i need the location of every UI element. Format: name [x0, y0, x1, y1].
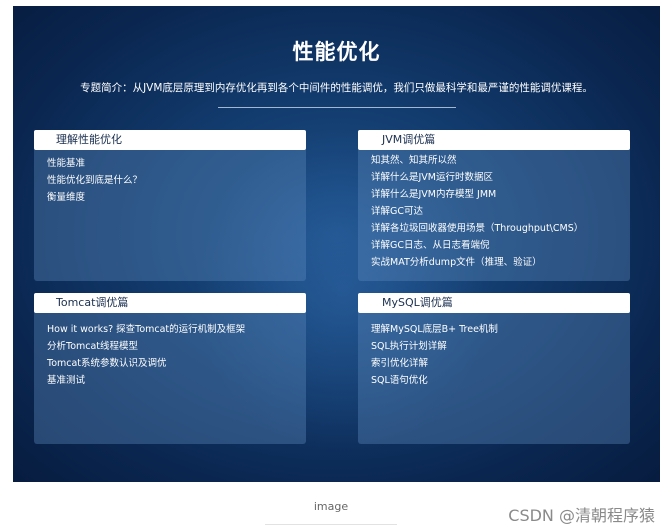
list-item: SQL语句优化 — [371, 375, 428, 386]
card-title: MySQL调优篇 — [382, 296, 453, 309]
list-item: 详解各垃圾回收器使用场景（Throughput\CMS） — [371, 223, 584, 234]
card-item-list: 理解MySQL底层B+ Tree机制 SQL执行计划详解 索引优化详解 SQL语… — [371, 321, 498, 389]
course-banner-image: 性能优化 专题简介：从JVM底层原理到内存优化再到各个中间件的性能调优，我们只做… — [13, 6, 660, 482]
list-item: 索引优化详解 — [371, 358, 429, 369]
card-jvm-tuning: JVM调优篇 知其然、知其所以然 详解什么是JVM运行时数据区 详解什么是JVM… — [358, 130, 630, 281]
list-item: 性能优化到底是什么？ — [47, 175, 143, 186]
card-tomcat-tuning: Tomcat调优篇 How it works? 探查Tomcat的运行机制及框架… — [34, 293, 306, 444]
card-title: JVM调优篇 — [382, 133, 436, 146]
title-divider — [218, 107, 456, 108]
list-item: 分析Tomcat线程模型 — [47, 341, 139, 352]
list-item: 知其然、知其所以然 — [371, 155, 457, 166]
csdn-watermark: CSDN @清朝程序猿 — [508, 506, 655, 525]
card-header: MySQL调优篇 — [358, 293, 630, 313]
card-header: 理解性能优化 — [34, 130, 306, 150]
list-item: How it works? 探查Tomcat的运行机制及框架 — [47, 324, 246, 335]
card-understand-performance: 理解性能优化 性能基准 性能优化到底是什么？ 衡量维度 — [34, 130, 306, 281]
banner-intro: 专题简介：从JVM底层原理到内存优化再到各个中间件的性能调优，我们只做最科学和最… — [80, 82, 593, 94]
caption-underline — [265, 524, 397, 525]
list-item: 详解什么是JVM运行时数据区 — [371, 172, 493, 183]
card-item-list: 性能基准 性能优化到底是什么？ 衡量维度 — [47, 155, 142, 206]
banner-title: 性能优化 — [292, 40, 381, 64]
list-item: 详解GC可达 — [371, 206, 423, 217]
list-item: 性能基准 — [47, 158, 86, 169]
card-header: JVM调优篇 — [358, 130, 630, 150]
card-header: Tomcat调优篇 — [34, 293, 306, 313]
card-title: 理解性能优化 — [56, 133, 122, 146]
card-mysql-tuning: MySQL调优篇 理解MySQL底层B+ Tree机制 SQL执行计划详解 索引… — [358, 293, 630, 444]
card-item-list: 知其然、知其所以然 详解什么是JVM运行时数据区 详解什么是JVM内存模型 JM… — [371, 152, 583, 271]
list-item: 详解GC日志、从日志看端倪 — [371, 240, 490, 251]
list-item: 基准测试 — [47, 375, 86, 386]
list-item: 理解MySQL底层B+ Tree机制 — [371, 324, 498, 335]
card-item-list: How it works? 探查Tomcat的运行机制及框架 分析Tomcat线… — [47, 321, 245, 389]
list-item: 衡量维度 — [47, 192, 86, 203]
list-item: SQL执行计划详解 — [371, 341, 447, 352]
list-item: Tomcat系统参数认识及调优 — [47, 358, 167, 369]
list-item: 详解什么是JVM内存模型 JMM — [371, 189, 497, 200]
card-title: Tomcat调优篇 — [56, 296, 129, 309]
list-item: 实战MAT分析dump文件（推理、验证） — [371, 257, 542, 268]
